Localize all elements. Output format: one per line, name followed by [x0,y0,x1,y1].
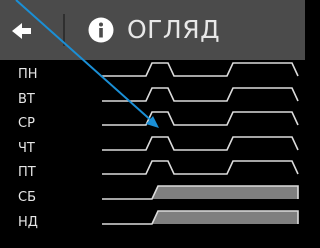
header-divider [63,14,65,46]
page-title: ОГЛЯД [127,15,221,44]
weekly-schedule: ПН ВТ СР ЧТ ПТ СБ НД [0,60,305,248]
info-icon[interactable] [88,17,114,43]
schedule-fill-6 [152,211,298,224]
arrow-left-icon [12,23,31,39]
schedule-trace-1[interactable] [102,87,299,102]
schedule-graph [102,62,299,225]
schedule-trace-0[interactable] [102,62,299,77]
header-bar: ОГЛЯД [0,0,305,60]
schedule-trace-2[interactable] [102,111,299,126]
schedule-trace-4[interactable] [102,160,299,175]
schedule-fill-5 [152,186,298,199]
back-button[interactable] [0,0,54,60]
schedule-trace-3[interactable] [102,136,299,151]
